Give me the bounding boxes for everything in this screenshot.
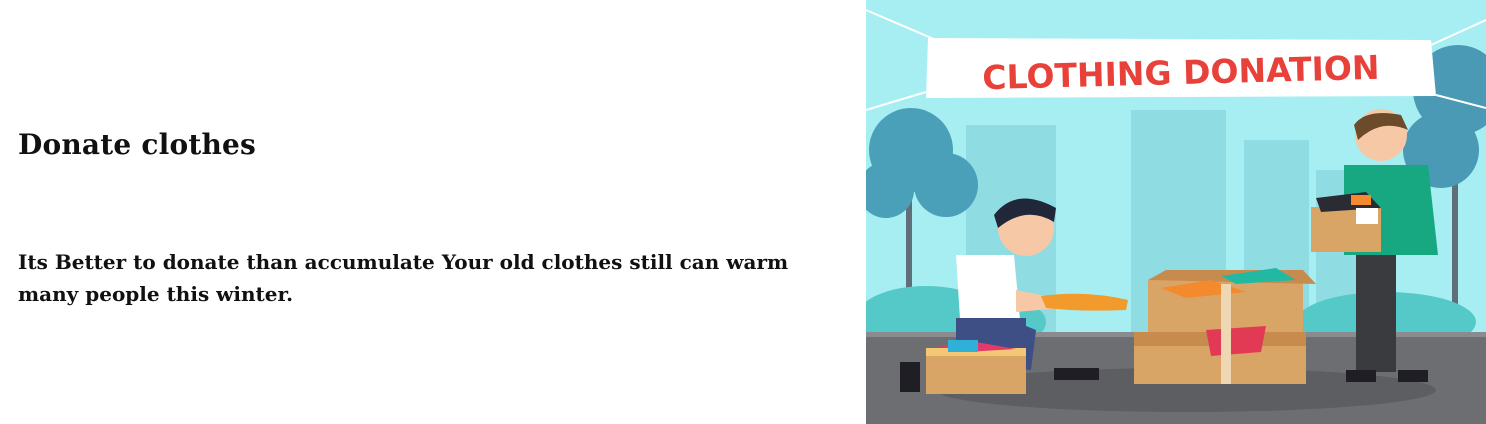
clothing-donation-illustration: CLOTHING DONATION <box>866 0 1486 424</box>
illustration-svg: CLOTHING DONATION <box>866 0 1486 424</box>
small-box <box>926 340 1026 394</box>
text-column: Donate clothes Its Better to donate than… <box>0 0 866 424</box>
section-title: Donate clothes <box>18 128 256 161</box>
section-description: Its Better to donate than accumulate You… <box>18 250 789 306</box>
donation-section: Donate clothes Its Better to donate than… <box>0 0 1486 424</box>
donation-boxes <box>1134 268 1316 384</box>
